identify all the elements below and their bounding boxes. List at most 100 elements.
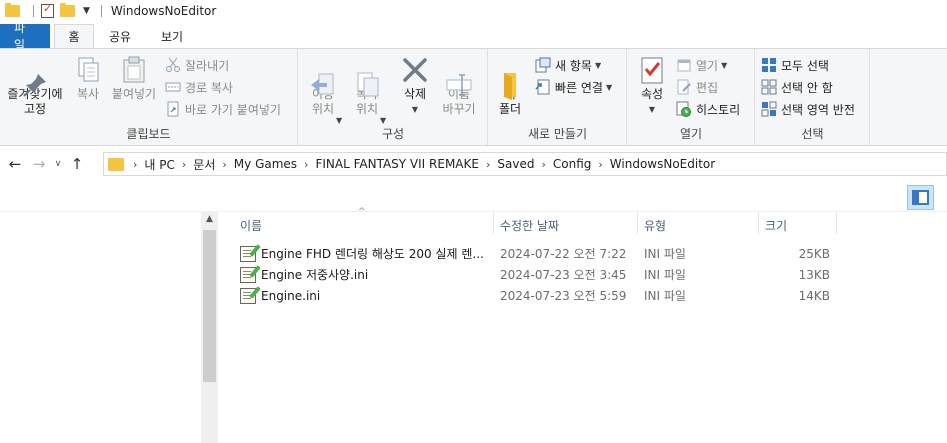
invert-selection-label: 선택 영역 반전 <box>781 102 855 117</box>
copy-path-button[interactable]: 경로 복사 <box>165 77 233 97</box>
chevron-right-icon[interactable]: › <box>598 158 602 171</box>
select-all-button[interactable]: 모두 선택 <box>761 55 829 75</box>
delete-icon <box>400 55 430 85</box>
cut-button[interactable]: 잘라내기 <box>165 55 229 75</box>
title-bar: ▼ WindowsNoEditor <box>0 0 947 22</box>
easy-access-icon <box>535 79 551 95</box>
chevron-right-icon[interactable]: › <box>133 158 137 171</box>
breadcrumb-config[interactable]: Config <box>553 157 592 171</box>
tab-home[interactable]: 홈 <box>54 24 94 48</box>
paste-button[interactable]: 붙여넣기 <box>108 55 160 102</box>
toolbar-divider <box>33 5 34 17</box>
new-folder-button[interactable]: 새 폴더 <box>493 55 527 117</box>
tab-share[interactable]: 공유 <box>94 24 146 48</box>
new-item-button[interactable]: 새 항목 ▼ <box>535 55 601 75</box>
chevron-right-icon[interactable]: › <box>304 158 308 171</box>
recent-locations-chevron-icon[interactable]: ∨ <box>51 159 65 169</box>
chevron-down-icon[interactable]: ▼ <box>83 6 90 16</box>
paste-label: 붙여넣기 <box>111 87 157 101</box>
folder-icon[interactable] <box>5 3 20 17</box>
chevron-right-icon[interactable]: › <box>182 158 186 171</box>
file-name-cell[interactable]: Engine 저중사양.ini <box>240 264 490 285</box>
chevron-right-icon[interactable]: › <box>486 158 490 171</box>
select-none-button[interactable]: 선택 안 함 <box>761 77 833 97</box>
column-divider[interactable] <box>637 212 638 234</box>
column-header-size[interactable]: 크기 <box>765 214 835 236</box>
file-row[interactable]: Engine 저중사양.ini 2024-07-23 오전 3:45 INI 파… <box>236 264 836 285</box>
file-name-cell[interactable]: Engine.ini <box>240 285 490 306</box>
edit-icon <box>676 79 692 95</box>
organize-group: 이동 위치 ▼ 복사 위치 ▼ 삭제 ▼ 이름 바꾸기 구성 <box>299 49 488 145</box>
open-group: 속성 ▼ 열기 ▼ 편집 히스토리 열기 <box>628 49 755 145</box>
select-none-label: 선택 안 함 <box>781 80 833 95</box>
ini-file-icon <box>240 245 256 262</box>
back-arrow-icon[interactable]: ← <box>3 155 27 173</box>
chevron-right-icon[interactable]: › <box>541 158 545 171</box>
cut-label: 잘라내기 <box>185 58 230 73</box>
open-label: 열기 <box>696 58 719 73</box>
breadcrumb-saved[interactable]: Saved <box>497 157 534 171</box>
copy-button[interactable]: 복사 <box>70 55 106 102</box>
history-button[interactable]: 히스토리 <box>676 99 740 119</box>
properties-icon[interactable] <box>41 2 54 18</box>
column-header-name[interactable]: 이름 <box>240 214 490 236</box>
chevron-down-icon: ▼ <box>411 105 419 114</box>
move-to-button[interactable]: 이동 위치 ▼ <box>303 55 343 125</box>
file-row[interactable]: Engine FHD 렌더링 해상도 200 실제 렌... 2024-07-2… <box>236 243 836 264</box>
file-type: INI 파일 <box>644 268 686 282</box>
easy-access-button[interactable]: 빠른 연결 ▼ <box>535 77 612 97</box>
copy-to-button[interactable]: 복사 위치 ▼ <box>347 55 387 125</box>
window-title: WindowsNoEditor <box>110 4 217 18</box>
column-divider[interactable] <box>493 212 494 234</box>
file-row[interactable]: Engine.ini 2024-07-23 오전 5:59 INI 파일 14K… <box>236 285 836 306</box>
scroll-up-arrow-icon[interactable]: ▲ <box>201 214 218 228</box>
breadcrumb-documents[interactable]: 문서 <box>193 156 215 173</box>
quick-access-toolbar: ▼ <box>5 2 109 18</box>
new-folder-icon[interactable] <box>60 3 75 17</box>
open-button[interactable]: 열기 ▼ <box>676 55 727 75</box>
file-name-cell[interactable]: Engine FHD 렌더링 해상도 200 실제 렌... <box>240 243 490 264</box>
breadcrumb-windowsnoeditor[interactable]: WindowsNoEditor <box>610 157 715 171</box>
delete-button[interactable]: 삭제 ▼ <box>395 55 435 117</box>
properties-label: 속성 <box>640 87 664 101</box>
chevron-down-icon: ▼ <box>721 60 728 70</box>
column-divider[interactable] <box>758 212 759 234</box>
invert-selection-button[interactable]: 선택 영역 반전 <box>761 99 855 119</box>
tab-view[interactable]: 보기 <box>146 24 198 48</box>
ini-file-icon <box>240 266 256 283</box>
rename-button[interactable]: 이름 바꾸기 <box>437 55 481 117</box>
breadcrumb-my-pc[interactable]: 내 PC <box>144 156 174 173</box>
properties-button[interactable]: 속성 ▼ <box>634 55 670 117</box>
file-size: 25KB <box>798 246 830 261</box>
file-date: 2024-07-23 오전 3:45 <box>500 268 627 282</box>
copy-to-icon <box>352 55 382 97</box>
pane-divider <box>0 211 947 212</box>
up-arrow-icon[interactable]: ↑ <box>65 155 89 173</box>
delete-label: 삭제 <box>403 87 427 101</box>
breadcrumb-my-games[interactable]: My Games <box>234 157 297 171</box>
tab-file[interactable]: 파일 <box>0 21 50 52</box>
forward-arrow-icon[interactable]: → <box>27 155 51 173</box>
file-name: Engine FHD 렌더링 해상도 200 실제 렌... <box>261 247 484 261</box>
column-divider[interactable] <box>836 212 837 234</box>
file-date: 2024-07-22 오전 7:22 <box>500 247 627 261</box>
select-all-icon <box>761 57 777 73</box>
breadcrumb-ff7-remake[interactable]: FINAL FANTASY VII REMAKE <box>315 157 479 171</box>
file-date: 2024-07-23 오전 5:59 <box>500 289 627 303</box>
column-header-date[interactable]: 수정한 날짜 <box>500 214 635 236</box>
edit-button[interactable]: 편집 <box>676 77 718 97</box>
paste-shortcut-button[interactable]: 바로 가기 붙여넣기 <box>165 99 281 119</box>
new-item-label: 새 항목 <box>555 58 592 73</box>
pin-quick-access-button[interactable]: 즐겨찾기에 고정 <box>2 55 68 117</box>
chevron-right-icon[interactable]: › <box>222 158 226 171</box>
scrollbar-thumb[interactable] <box>203 230 216 382</box>
preview-pane-toggle[interactable] <box>907 185 934 210</box>
nav-pane-scrollbar[interactable]: ▲ <box>201 212 218 443</box>
column-header-type[interactable]: 유형 <box>644 214 756 236</box>
scissors-icon <box>165 57 181 73</box>
invert-selection-icon <box>761 101 777 117</box>
open-icon <box>676 57 692 73</box>
select-none-icon <box>761 79 777 95</box>
edit-label: 편집 <box>696 80 719 95</box>
address-bar[interactable]: › 내 PC › 문서 › My Games › FINAL FANTASY V… <box>103 152 947 176</box>
